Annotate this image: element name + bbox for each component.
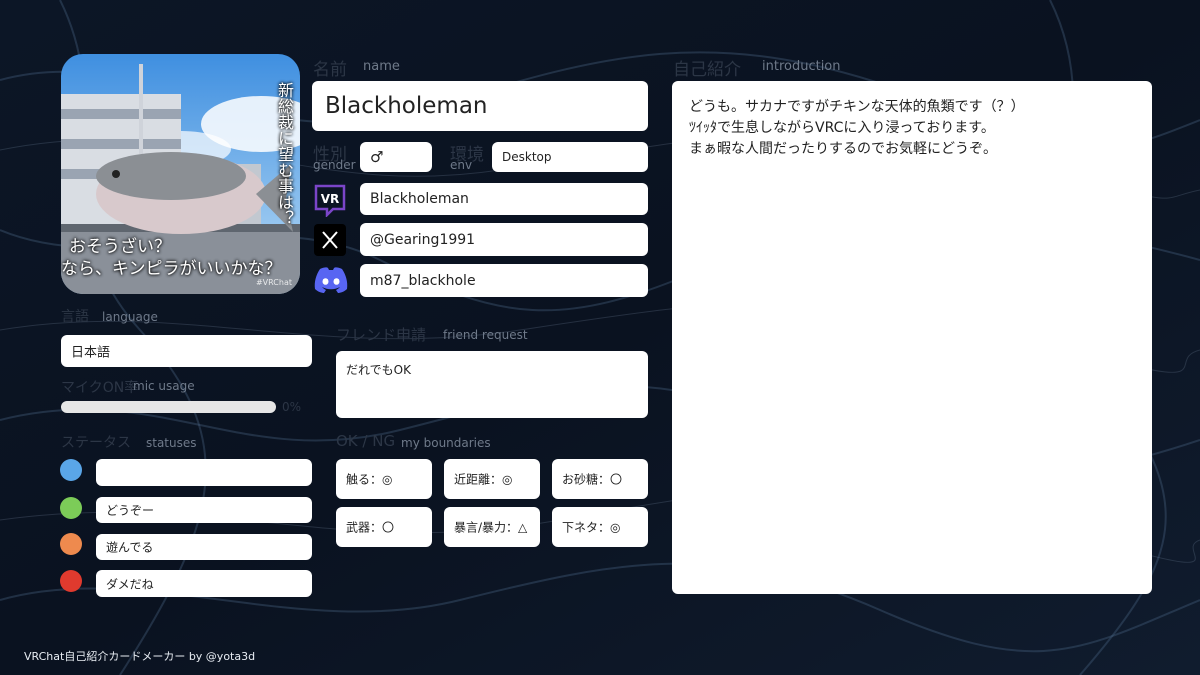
language-value: 日本語 — [71, 345, 111, 361]
footer-credit: VRChat自己紹介カードメーカー by @yota3d — [24, 650, 256, 663]
vrchat-value: Blackholeman — [370, 191, 469, 207]
x-field[interactable]: @Gearing1991 — [360, 223, 648, 256]
boundary-weapons[interactable]: 武器：〇 — [336, 507, 432, 547]
mic-usage-bar — [61, 401, 276, 413]
mic-percent: 0% — [282, 400, 302, 414]
status-red-text: ダメだね — [106, 577, 154, 591]
mic-label-en: mic usage — [133, 379, 195, 393]
introduction-line-2: ﾂｲｯﾀで生息しながらVRCに入り浸っております。 — [689, 120, 995, 136]
status-green-text: どうぞー — [106, 503, 155, 518]
vrchat-field[interactable]: Blackholeman — [360, 183, 648, 215]
boundary-touch-text: 触る：◎ — [346, 472, 393, 487]
boundary-osatou-text: お砂糖：〇 — [562, 472, 623, 487]
boundaries-label-ja: OK / NG — [336, 432, 396, 450]
status-item-blue[interactable] — [96, 459, 312, 486]
status-item-green[interactable]: どうぞー — [96, 497, 312, 523]
status-orange-text: 遊んでる — [106, 540, 154, 555]
name-label-ja: 名前 — [313, 60, 347, 80]
status-item-red[interactable]: ダメだね — [96, 570, 312, 597]
status-orange-dot — [60, 533, 82, 555]
introduction-label-en: introduction — [762, 59, 841, 74]
discord-value: m87_blackhole — [370, 272, 476, 289]
mic-label-ja: マイクON率 — [61, 380, 139, 396]
boundary-dirty-jokes-text: 下ネタ：◎ — [562, 520, 621, 535]
boundary-weapons-text: 武器：〇 — [346, 520, 395, 535]
friend-request-field[interactable]: だれでもOK — [336, 351, 648, 418]
language-label-ja: 言語 — [61, 309, 89, 325]
boundary-violence[interactable]: 暴言/暴力：△ — [444, 507, 540, 547]
x-value: @Gearing1991 — [370, 231, 476, 248]
name-label-en: name — [363, 59, 400, 74]
avatar-watermark: #VRChat — [255, 278, 292, 287]
status-red-dot — [60, 570, 82, 592]
friend-request-label-en: friend request — [443, 328, 528, 342]
gender-field[interactable]: ♂ — [360, 142, 432, 172]
boundary-osatou[interactable]: お砂糖：〇 — [552, 459, 648, 499]
introduction-field[interactable]: どうも。サカナですがチキンな天体的魚類です（？） ﾂｲｯﾀで生息しながらVRCに… — [672, 81, 1152, 594]
env-label-en: env — [450, 158, 473, 172]
name-value: Blackholeman — [325, 93, 488, 119]
language-label-en: language — [102, 310, 158, 324]
avatar-caption-vertical: 新総裁に望む事は？ — [275, 82, 294, 226]
avatar-caption-line2: なら、キンピラがいいかな？ — [61, 259, 282, 279]
x-icon — [314, 224, 346, 256]
introduction-label-ja: 自己紹介 — [673, 60, 741, 80]
boundary-touch[interactable]: 触る：◎ — [336, 459, 432, 499]
boundary-violence-text: 暴言/暴力：△ — [454, 520, 528, 535]
friend-request-label-ja: フレンド申請 — [336, 326, 427, 344]
name-field[interactable]: Blackholeman — [312, 81, 648, 131]
discord-field[interactable]: m87_blackhole — [360, 264, 648, 297]
friend-request-value: だれでもOK — [346, 363, 411, 377]
vrchat-icon: VR — [314, 184, 346, 217]
boundary-close-distance[interactable]: 近距離：◎ — [444, 459, 540, 499]
status-blue-dot — [60, 459, 82, 481]
boundary-close-distance-text: 近距離：◎ — [454, 472, 513, 487]
discord-icon — [314, 267, 348, 293]
language-field[interactable]: 日本語 — [61, 335, 312, 367]
avatar-image: 新総裁に望む事は？ おそうざい？ なら、キンピラがいいかな？ #VRChat — [61, 54, 300, 294]
introduction-text: どうも。サカナですがチキンな天体的魚類です（？） ﾂｲｯﾀで生息しながらVRCに… — [689, 97, 1025, 160]
env-value: Desktop — [502, 150, 552, 164]
env-field[interactable]: Desktop — [492, 142, 648, 172]
boundary-dirty-jokes[interactable]: 下ネタ：◎ — [552, 507, 648, 547]
gender-label-en: gender — [313, 158, 356, 172]
status-green-dot — [60, 497, 82, 519]
introduction-line-1: どうも。サカナですがチキンな天体的魚類です（？） — [689, 99, 1025, 115]
introduction-line-3: まぁ暇な人間だったりするのでお気軽にどうぞ。 — [689, 141, 997, 157]
status-item-orange[interactable]: 遊んでる — [96, 534, 312, 560]
vrchat-icon-text: VR — [321, 192, 340, 206]
statuses-label-en: statuses — [146, 436, 197, 450]
statuses-label-ja: ステータス — [61, 435, 131, 451]
boundaries-label-en: my boundaries — [401, 436, 491, 450]
gender-value: ♂ — [370, 148, 384, 166]
